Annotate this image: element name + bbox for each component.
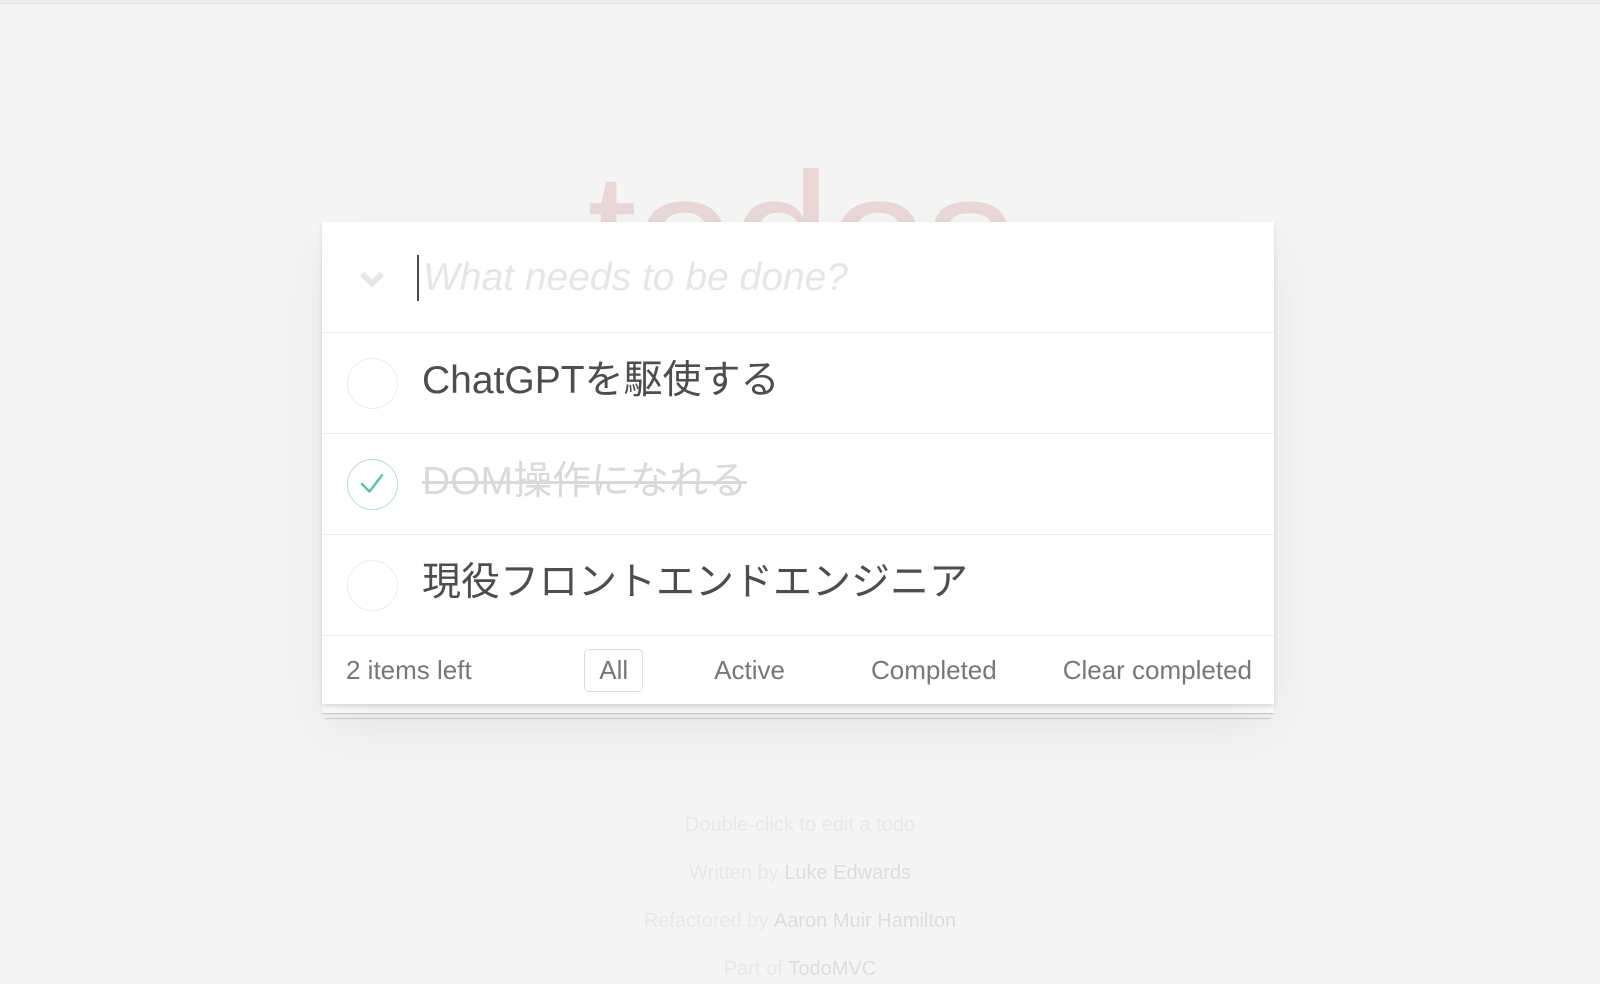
info-refactored-by-prefix: Refactored by <box>643 910 774 932</box>
filter-item-completed: Completed <box>856 649 1012 692</box>
info-author-link[interactable]: Luke Edwards <box>784 862 911 884</box>
filter-item-active: Active <box>699 649 800 692</box>
chevron-down-icon <box>360 271 384 288</box>
filter-link-completed[interactable]: Completed <box>856 649 1012 692</box>
todo-item-3: 現役フロントエンドエンジニア <box>322 535 1274 636</box>
filter-link-active[interactable]: Active <box>699 649 800 692</box>
info-part-of: Part of TodoMVC <box>0 952 1600 984</box>
todo-footer-bar: 2 items left All Active Completed Clear … <box>322 636 1274 704</box>
new-todo-placeholder: What needs to be done? <box>423 256 848 299</box>
todomvc-link[interactable]: TodoMVC <box>788 958 876 980</box>
todo-toggle-2[interactable] <box>322 434 422 535</box>
toggle-all-button[interactable] <box>322 222 422 333</box>
clear-completed-button[interactable]: Clear completed <box>1063 655 1252 686</box>
todo-toggle-1[interactable] <box>322 333 422 434</box>
checkbox-unchecked-icon <box>346 559 398 611</box>
info-written-by-prefix: Written by <box>689 862 785 884</box>
todo-toggle-3[interactable] <box>322 535 422 636</box>
checkbox-unchecked-icon <box>346 357 398 409</box>
info-hint: Double-click to edit a todo <box>684 814 916 836</box>
todo-list: ChatGPTを駆使する DOM操作になれる 現役フロントエンドエンジニア <box>322 333 1274 636</box>
page-root: todos What needs to be done? ChatGPTを駆使す… <box>0 0 1600 984</box>
todo-label-3[interactable]: 現役フロントエンドエンジニア <box>422 560 968 611</box>
checkbox-checked-icon <box>346 458 398 510</box>
info-footer: Double-click to edit a todo Written by L… <box>0 808 1600 984</box>
todo-label-2[interactable]: DOM操作になれる <box>422 459 747 510</box>
filter-item-all: All <box>584 648 644 692</box>
info-part-of-prefix: Part of <box>723 958 789 980</box>
info-refactorer-link[interactable]: Aaron Muir Hamilton <box>774 910 956 932</box>
todo-item-1: ChatGPTを駆使する <box>322 333 1274 434</box>
top-hairline <box>0 0 1600 4</box>
new-todo-header: What needs to be done? <box>322 222 1274 333</box>
todo-app-card: What needs to be done? ChatGPTを駆使する DOM操… <box>322 222 1274 713</box>
text-caret <box>417 254 419 301</box>
info-written-by: Written by Luke Edwards <box>0 856 1600 890</box>
todo-label-1[interactable]: ChatGPTを駆使する <box>422 358 780 409</box>
check-icon <box>360 474 384 493</box>
info-refactored-by: Refactored by Aaron Muir Hamilton <box>0 904 1600 938</box>
todo-item-2: DOM操作になれる <box>322 434 1274 535</box>
new-todo-input[interactable]: What needs to be done? <box>417 222 1274 333</box>
filter-link-all[interactable]: All <box>584 648 644 692</box>
